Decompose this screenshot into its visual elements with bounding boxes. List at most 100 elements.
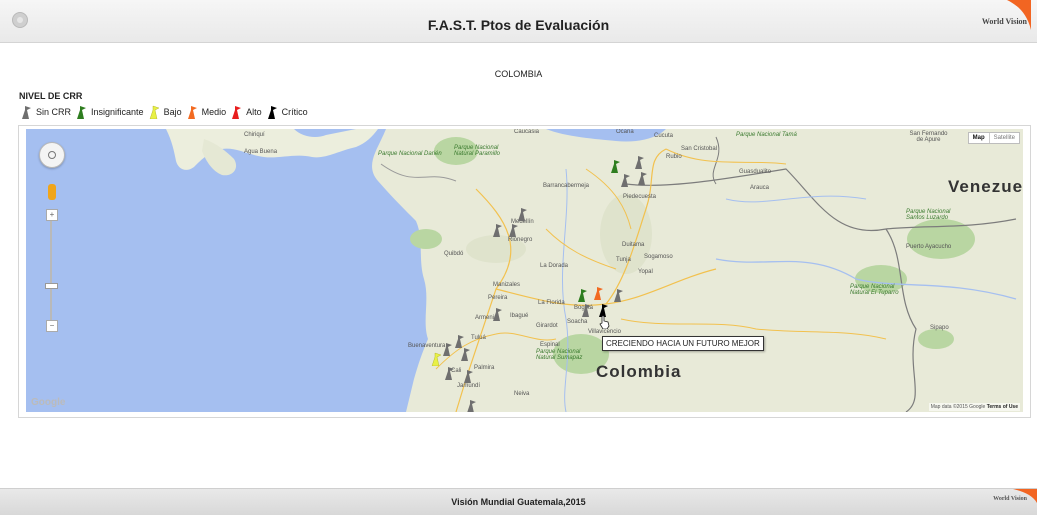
marker-gray-icon[interactable] xyxy=(463,369,475,383)
map-label: Parque Nacional Tamá xyxy=(736,132,797,138)
marker-gray-icon[interactable] xyxy=(634,155,646,169)
map-label: Barrancabermeja xyxy=(543,183,590,189)
map-label: La Dorada xyxy=(540,263,569,269)
map-label: Palmira xyxy=(474,365,495,371)
map-label: Parque Nacional Darién xyxy=(378,151,442,157)
legend: Sin CRR Insignificante Bajo Medio Alto C… xyxy=(20,102,312,122)
map-label: Manizales xyxy=(493,282,521,288)
map-label: Caucasia xyxy=(514,129,540,135)
marker-gray-icon[interactable] xyxy=(444,366,456,380)
map-label: Parque Nacional Santos Luzardo xyxy=(906,209,951,221)
marker-gray-icon[interactable] xyxy=(442,342,454,356)
legend-label: Alto xyxy=(246,107,262,117)
map-label: Soacha xyxy=(567,319,588,325)
map-label: Neiva xyxy=(514,391,530,397)
map-label: Rionegro xyxy=(508,237,533,243)
marker-gray-icon[interactable] xyxy=(492,223,504,237)
country-title: COLOMBIA xyxy=(494,69,543,79)
map-label: Piedecuesta xyxy=(623,194,657,200)
map-label: Buenaventura xyxy=(408,343,446,349)
map-label: Venezue xyxy=(948,177,1023,196)
pan-control-icon[interactable] xyxy=(39,142,65,168)
legend-item-alto: Alto xyxy=(230,105,262,119)
map-canvas[interactable]: Chiriquí Agua Buena Parque Nacional Dari… xyxy=(26,129,1023,412)
legend-title: NIVEL DE CRR xyxy=(19,91,83,101)
map-label: Yopal xyxy=(638,269,653,275)
map-label: Cucuta xyxy=(654,133,674,139)
map-label: Colombia xyxy=(596,362,682,381)
marker-gray-icon xyxy=(22,106,31,119)
marker-gray-icon[interactable] xyxy=(620,173,632,187)
map-label: Rubio xyxy=(666,154,682,160)
marker-gray-icon[interactable] xyxy=(637,171,649,185)
top-bar: F.A.S.T. Ptos de Evaluación World Vision xyxy=(0,0,1037,43)
marker-red-icon xyxy=(232,106,242,119)
map-label: Chiriquí xyxy=(244,132,265,138)
zoom-slider-knob[interactable] xyxy=(45,283,58,289)
map-label: La Florida xyxy=(538,300,565,306)
marker-gray-icon[interactable] xyxy=(492,307,504,321)
footer: Visión Mundial Guatemala,2015 World Visi… xyxy=(0,488,1037,515)
map-type-satellite[interactable]: Satellite xyxy=(990,133,1019,143)
legend-label: Crítico xyxy=(281,107,308,117)
map-label: San Cristobal xyxy=(681,146,718,152)
marker-orange-icon[interactable] xyxy=(593,286,605,300)
map-label: Jamundí xyxy=(457,383,481,389)
marker-orange-icon xyxy=(187,106,197,119)
footer-text: Visión Mundial Guatemala,2015 xyxy=(451,497,586,507)
legend-item-critico: Crítico xyxy=(266,105,308,119)
map-label: Girardot xyxy=(536,323,558,329)
legend-label: Insignificante xyxy=(91,107,144,117)
map-type-map[interactable]: Map xyxy=(969,133,990,143)
map-label: Agua Buena xyxy=(244,149,278,155)
marker-tooltip: CRECIENDO HACIA UN FUTURO MEJOR xyxy=(602,336,764,351)
legend-label: Bajo xyxy=(163,107,182,117)
page-title: F.A.S.T. Ptos de Evaluación xyxy=(427,17,610,33)
marker-gray-icon[interactable] xyxy=(581,303,593,317)
hand-cursor-icon xyxy=(599,315,610,329)
legend-item-medio: Medio xyxy=(186,105,227,119)
map-label: Quibdó xyxy=(444,251,464,257)
marker-gray-icon[interactable] xyxy=(460,347,472,361)
marker-black-icon xyxy=(267,106,277,119)
footer-brand: World Vision xyxy=(993,496,1027,502)
map-label: Espinal xyxy=(540,342,560,348)
marker-gray-icon[interactable] xyxy=(613,288,625,302)
zoom-slider[interactable] xyxy=(50,209,52,329)
zoom-out-button[interactable]: − xyxy=(46,320,58,332)
map-label: Arauca xyxy=(750,185,770,191)
marker-green-icon[interactable] xyxy=(577,288,589,302)
marker-gray-icon[interactable] xyxy=(454,334,466,348)
map-attribution: Map data ©2015 Google Terms of Use xyxy=(928,403,1020,411)
marker-yellow-icon[interactable] xyxy=(431,352,443,366)
map-data-text: Map data ©2015 Google xyxy=(930,404,986,410)
legend-item-sin-crr: Sin CRR xyxy=(20,105,71,119)
legend-item-insignificante: Insignificante xyxy=(75,105,144,119)
map-label: Duitama xyxy=(622,242,645,248)
marker-gray-icon[interactable] xyxy=(508,223,520,237)
map-type-control: Map Satellite xyxy=(967,132,1020,144)
legend-label: Medio xyxy=(201,107,227,117)
map-label: Ocaña xyxy=(616,129,634,135)
map-frame: Chiriquí Agua Buena Parque Nacional Dari… xyxy=(18,125,1031,418)
marker-green-icon[interactable] xyxy=(610,159,622,173)
map-label: Villavicencio xyxy=(588,329,621,335)
terms-of-use-link[interactable]: Terms of Use xyxy=(987,404,1018,410)
google-logo: Google xyxy=(31,397,66,408)
pegman-icon[interactable] xyxy=(48,184,56,200)
map-label: Puerto Ayacucho xyxy=(906,244,952,250)
marker-yellow-icon xyxy=(149,105,160,119)
map-label: Tunja xyxy=(616,257,631,263)
map-label: Parque Nacional Natural Sumapaz xyxy=(536,349,583,361)
marker-green-icon xyxy=(77,106,87,119)
brand-name: World Vision xyxy=(981,17,1027,26)
map-label: Sogamoso xyxy=(644,254,673,260)
legend-item-bajo: Bajo xyxy=(148,105,182,119)
marker-gray-icon[interactable] xyxy=(466,399,478,412)
map-label: Ibagué xyxy=(510,313,529,319)
map-base xyxy=(26,129,1023,412)
marker-gray-icon[interactable] xyxy=(517,207,529,221)
zoom-in-button[interactable]: + xyxy=(46,209,58,221)
map-label: Sipapo xyxy=(930,325,949,331)
map-label: Parque Nacional Natural Paramillo xyxy=(454,145,501,157)
